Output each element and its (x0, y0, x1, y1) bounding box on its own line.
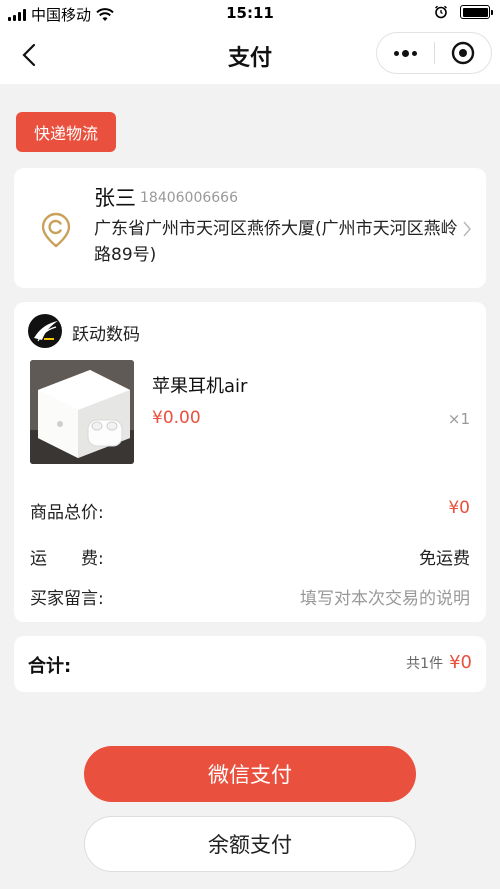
balance-pay-button[interactable]: 余额支付 (84, 816, 416, 872)
status-right (434, 5, 493, 19)
shipping-label: 运 费: (30, 549, 104, 569)
chevron-right-icon (463, 221, 472, 237)
alarm-icon (435, 5, 447, 19)
total-item-count: 共1件 (406, 656, 444, 672)
product-name[interactable]: 苹果耳机air (152, 372, 247, 398)
total-amount: ¥0 (449, 652, 472, 673)
shop-name[interactable]: 跃动数码 (72, 320, 140, 345)
address-card[interactable]: 张三 18406006666 广东省广州市天河区燕侨大厦(广州市天河区燕岭路89… (14, 168, 486, 288)
product-image[interactable] (30, 360, 134, 464)
subtotal-label: 商品总价: (30, 503, 104, 523)
product-price: ¥0.00 (152, 408, 201, 428)
more-dots-icon (393, 49, 417, 57)
order-card: 跃动数码 苹果耳机air ¥0.00 ×1 商品总价: ¥0 运 费: 免运费 … (14, 302, 486, 622)
total-summary: 共1件 ¥0 (406, 652, 472, 673)
recipient-name: 张三 (94, 186, 136, 210)
battery-icon (460, 5, 493, 19)
shipping-value: 免运费 (419, 549, 470, 569)
close-mini-program-button[interactable] (435, 33, 492, 73)
buyer-message-label: 买家留言: (30, 589, 104, 609)
subtotal-value: ¥0 (448, 498, 470, 518)
status-bar: 中国移动 15:11 (0, 0, 500, 28)
total-label: 合计: (28, 656, 72, 677)
recipient-phone: 18406006666 (140, 190, 238, 206)
mini-program-capsule (376, 32, 492, 74)
target-close-icon (451, 41, 474, 65)
buyer-message-input[interactable]: 填写对本次交易的说明 (300, 584, 470, 609)
more-button[interactable] (377, 33, 434, 73)
product-quantity: ×1 (447, 410, 470, 428)
total-card: 合计: 共1件 ¥0 (14, 636, 486, 692)
express-logistics-tag[interactable]: 快递物流 (16, 112, 116, 152)
wechat-pay-button[interactable]: 微信支付 (84, 746, 416, 802)
location-pin-icon (41, 212, 71, 248)
nav-bar: 支付 (0, 28, 500, 84)
status-time: 15:11 (226, 4, 274, 22)
shop-logo (28, 314, 62, 348)
recipient-address: 广东省广州市天河区燕侨大厦(广州市天河区燕岭路89号) (94, 219, 458, 265)
